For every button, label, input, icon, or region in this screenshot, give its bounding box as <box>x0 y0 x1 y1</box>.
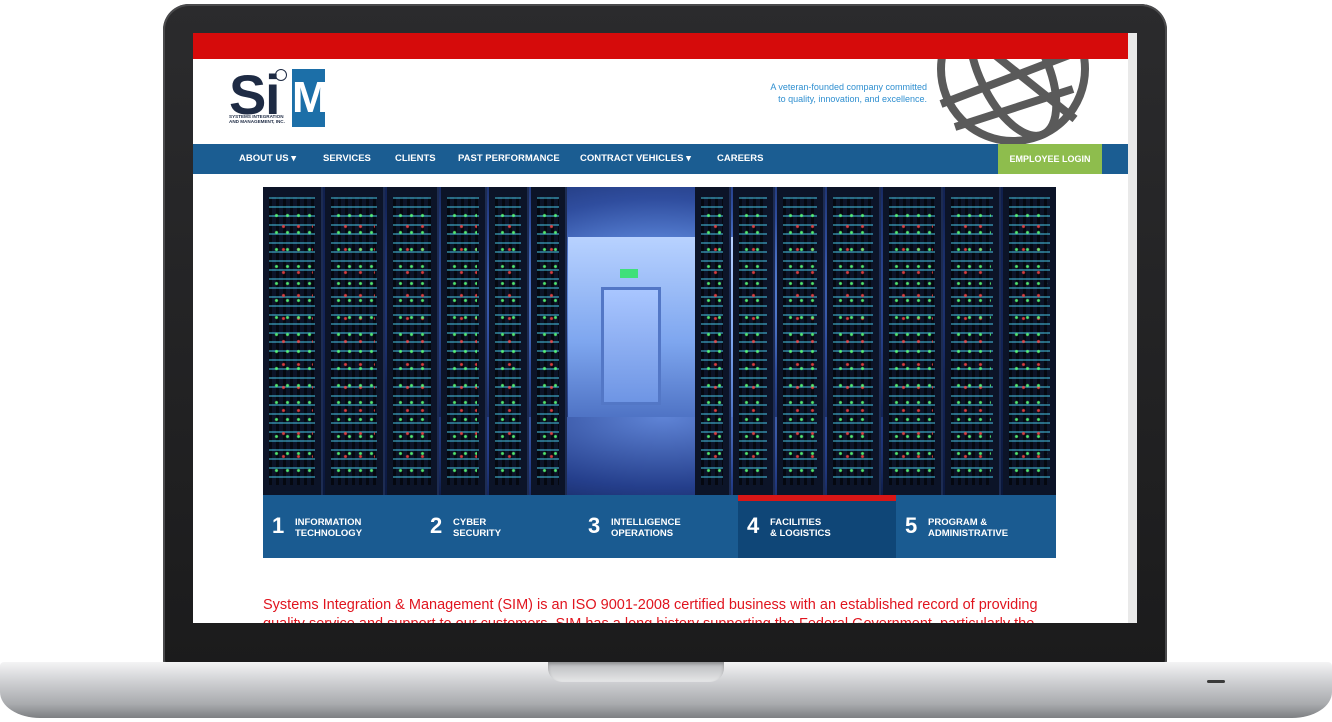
tab-program-administrative[interactable]: 5 PROGRAM & ADMINISTRATIVE <box>896 495 1056 558</box>
tab-number: 4 <box>747 513 760 538</box>
server-rack <box>733 187 775 495</box>
tab-facilities-logistics[interactable]: 4 FACILITIES & LOGISTICS <box>738 495 896 558</box>
employee-login-button[interactable]: EMPLOYEE LOGIN <box>998 144 1102 174</box>
service-tabs: 1 INFORMATION TECHNOLOGY 2 CYBER SECURIT… <box>263 495 1056 558</box>
hero-image-data-center <box>263 187 1056 495</box>
server-rack <box>387 187 439 495</box>
nav-about-us[interactable]: ABOUT US ▾ <box>239 144 296 174</box>
tab-number: 2 <box>430 513 443 538</box>
site-logo[interactable]: S i M SYSTEMS INTEGRATION AND MANAGEMENT… <box>229 67 329 131</box>
tab-information-technology[interactable]: 1 INFORMATION TECHNOLOGY <box>263 495 421 558</box>
server-rack <box>263 187 323 495</box>
tab-label: INFORMATION TECHNOLOGY <box>295 517 363 539</box>
logo-subtitle: SYSTEMS INTEGRATION AND MANAGEMENT, INC. <box>229 114 285 124</box>
header-tagline: A veteran-founded company committed to q… <box>767 81 927 105</box>
tagline-text: A veteran-founded company committed to q… <box>770 82 927 104</box>
logo-globe-icon <box>275 69 287 81</box>
laptop-indicator-light <box>1207 680 1225 683</box>
intro-paragraph: Systems Integration & Management (SIM) i… <box>263 596 1038 624</box>
hero-door <box>601 287 661 405</box>
hero-exit-sign <box>620 269 638 278</box>
server-rack <box>945 187 1001 495</box>
main-navigation: ABOUT US ▾ SERVICES CLIENTS PAST PERFORM… <box>193 144 1128 174</box>
logo-letter-m: M <box>292 69 329 127</box>
tab-number: 3 <box>588 513 601 538</box>
server-rack <box>827 187 881 495</box>
server-rack <box>325 187 385 495</box>
nav-contract-vehicles[interactable]: CONTRACT VEHICLES ▾ <box>580 144 691 174</box>
top-red-bar <box>193 33 1128 59</box>
nav-clients[interactable]: CLIENTS <box>395 144 436 174</box>
nav-past-performance[interactable]: PAST PERFORMANCE <box>458 144 560 174</box>
server-rack <box>695 187 731 495</box>
tab-number: 5 <box>905 513 918 538</box>
site-header: S i M SYSTEMS INTEGRATION AND MANAGEMENT… <box>193 59 1128 144</box>
server-rack <box>1003 187 1056 495</box>
nav-services[interactable]: SERVICES <box>323 144 371 174</box>
page-scrollbar[interactable] <box>1128 33 1137 623</box>
tab-cyber-security[interactable]: 2 CYBER SECURITY <box>421 495 579 558</box>
laptop-screen: S i M SYSTEMS INTEGRATION AND MANAGEMENT… <box>193 33 1137 623</box>
tab-number: 1 <box>272 513 285 538</box>
tab-intelligence-operations[interactable]: 3 INTELLIGENCE OPERATIONS <box>579 495 737 558</box>
laptop-notch <box>548 662 724 682</box>
nav-careers[interactable]: CAREERS <box>717 144 763 174</box>
tab-label: FACILITIES & LOGISTICS <box>770 517 831 539</box>
tab-label: INTELLIGENCE OPERATIONS <box>611 517 681 539</box>
globe-icon <box>937 59 1089 144</box>
server-rack <box>489 187 529 495</box>
server-rack <box>531 187 567 495</box>
server-rack <box>441 187 487 495</box>
tab-label: CYBER SECURITY <box>453 517 502 539</box>
server-rack <box>883 187 943 495</box>
tab-label: PROGRAM & ADMINISTRATIVE <box>928 517 1009 539</box>
server-rack <box>777 187 825 495</box>
